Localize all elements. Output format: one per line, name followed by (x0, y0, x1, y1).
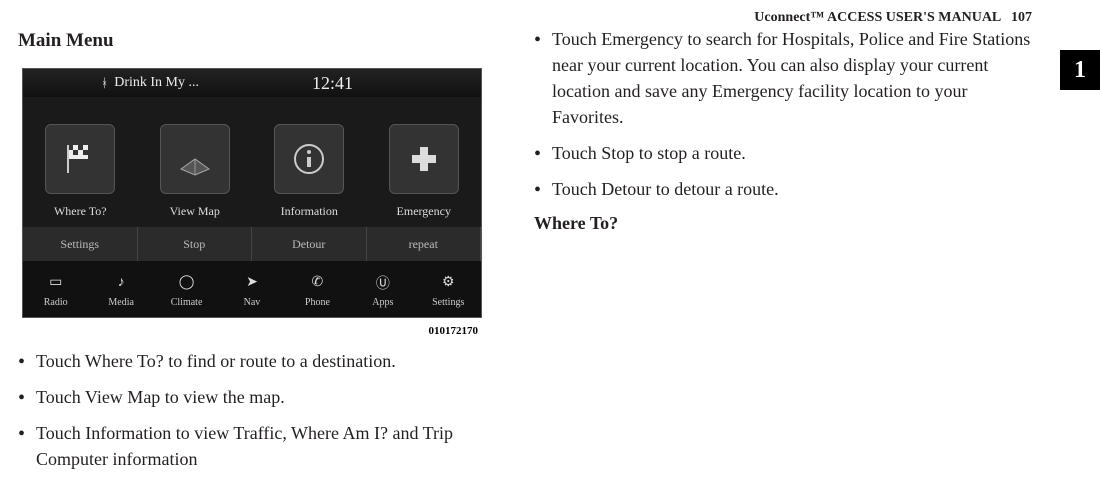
tile-where-to[interactable]: Where To? (23, 97, 138, 227)
phone-icon: ✆ (305, 271, 329, 295)
info-icon (274, 124, 344, 194)
bot-media[interactable]: ♪ Media (88, 261, 153, 317)
header: Uconnect™ ACCESS USER'S MANUAL 107 (18, 10, 1082, 26)
bottom-row: ▭ Radio ♪ Media ◯ Climate ➤ Nav ✆ Phone Ⓤ Apps… (23, 261, 481, 317)
secondary-row: Settings Stop Detour repeat (23, 227, 481, 261)
apps-icon: Ⓤ (371, 271, 395, 295)
btn-detour[interactable]: Detour (252, 227, 367, 261)
brand: Uconnect™ ACCESS USER'S MANUAL (754, 10, 1000, 25)
btn-repeat[interactable]: repeat (367, 227, 482, 261)
clock: 12:41 (312, 73, 353, 94)
bullet-item: Touch Stop to stop a route. (534, 140, 1042, 166)
tile-view-map[interactable]: View Map (138, 97, 253, 227)
bullet-item: Touch Information to view Traffic, Where… (18, 420, 508, 472)
section-tab: 1 (1060, 50, 1100, 90)
main-tile-row: Where To? View Map Information (23, 97, 481, 227)
bot-nav[interactable]: ➤ Nav (219, 261, 284, 317)
bot-label: Climate (171, 297, 203, 308)
bullet-item: Touch Where To? to find or route to a de… (18, 348, 508, 374)
page-number: 107 (1011, 10, 1032, 25)
bot-label: Settings (432, 297, 464, 308)
bot-radio[interactable]: ▭ Radio (23, 261, 88, 317)
nav-icon: ➤ (240, 271, 264, 295)
gear-icon: ⚙ (436, 271, 460, 295)
bot-climate[interactable]: ◯ Climate (154, 261, 219, 317)
bot-label: Nav (244, 297, 261, 308)
bullet-item: Touch View Map to view the map. (18, 384, 508, 410)
tile-emergency[interactable]: Emergency (367, 97, 482, 227)
bullet-item: Touch Detour to detour a route. (534, 176, 1042, 202)
bot-label: Phone (305, 297, 330, 308)
status-text: Drink In My ... (114, 75, 199, 91)
bot-label: Media (108, 297, 134, 308)
flag-icon (45, 124, 115, 194)
nav-screenshot: ᚼ Drink In My ... 12:41 Where To? View M… (22, 68, 482, 318)
tile-label: Emergency (397, 204, 451, 219)
bot-settings[interactable]: ⚙ Settings (416, 261, 481, 317)
map-icon (160, 124, 230, 194)
bot-label: Radio (44, 297, 68, 308)
tile-label: Where To? (54, 204, 107, 219)
bluetooth-icon: ᚼ (101, 76, 108, 91)
main-menu-title: Main Menu (18, 30, 508, 52)
right-column: Touch Emergency to search for Hospitals,… (534, 26, 1082, 482)
btn-stop[interactable]: Stop (138, 227, 253, 261)
left-column: Main Menu ᚼ Drink In My ... 12:41 Where … (18, 26, 508, 482)
right-bullets: Touch Emergency to search for Hospitals,… (534, 26, 1042, 203)
status-bar: ᚼ Drink In My ... 12:41 (23, 69, 481, 97)
media-icon: ♪ (109, 271, 133, 295)
bullet-item: Touch Emergency to search for Hospitals,… (534, 26, 1042, 130)
bot-label: Apps (372, 297, 393, 308)
bot-phone[interactable]: ✆ Phone (285, 261, 350, 317)
tile-label: View Map (170, 204, 220, 219)
left-bullets: Touch Where To? to find or route to a de… (18, 348, 508, 472)
btn-settings[interactable]: Settings (23, 227, 138, 261)
tile-information[interactable]: Information (252, 97, 367, 227)
tile-label: Information (281, 204, 338, 219)
image-id: 010172170 (22, 324, 482, 338)
emergency-icon (389, 124, 459, 194)
radio-icon: ▭ (44, 271, 68, 295)
where-to-heading: Where To? (534, 213, 1042, 234)
bot-apps[interactable]: Ⓤ Apps (350, 261, 415, 317)
climate-icon: ◯ (175, 271, 199, 295)
